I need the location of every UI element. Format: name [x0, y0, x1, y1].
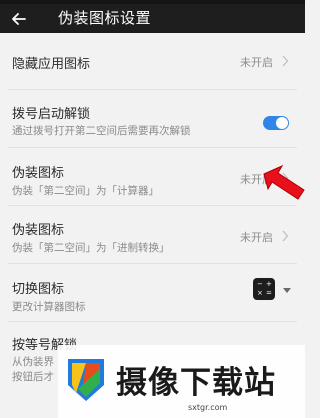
row-status: 未开启	[240, 231, 273, 244]
row-subtitle: 更改计算器图标	[12, 301, 86, 313]
row-title: 伪装图标	[12, 223, 65, 238]
row-subtitle: 从伪装界	[12, 356, 54, 368]
row-switch-icon[interactable]: 切换图标 更改计算器图标 − + × =	[8, 264, 297, 322]
chevron-right-icon	[282, 230, 289, 242]
calculator-icon[interactable]: − + × =	[253, 278, 275, 300]
row-title: 拨号启动解锁	[12, 107, 91, 122]
row-disguise-converter[interactable]: 伪装图标 伪装「第二空间」为「进制转换」 未开启	[8, 206, 297, 264]
back-arrow-icon[interactable]	[10, 10, 28, 28]
watermark-text: 摄像下载站	[116, 365, 276, 401]
row-title: 伪装图标	[12, 166, 65, 181]
watermark-logo-icon	[68, 359, 104, 401]
chevron-right-icon	[282, 55, 289, 67]
top-app-bar: 伪装图标设置	[0, 4, 305, 33]
row-disguise-calculator[interactable]: 伪装图标 伪装「第二空间」为「计算器」 未开启	[8, 148, 297, 206]
watermark-url: sxtgr.com	[188, 403, 228, 412]
dropdown-caret-icon[interactable]	[283, 288, 291, 293]
row-dial-unlock[interactable]: 拨号启动解锁 通过拨号打开第二空间后需要再次解锁	[8, 90, 297, 148]
row-subtitle-line2: 按钮后才	[12, 371, 54, 383]
row-subtitle: 通过拨号打开第二空间后需要再次解锁	[12, 125, 191, 137]
row-title: 隐藏应用图标	[12, 57, 91, 72]
row-title: 切换图标	[12, 282, 65, 297]
row-subtitle: 伪装「第二空间」为「计算器」	[12, 185, 159, 197]
toggle-knob	[276, 117, 288, 129]
settings-list: 隐藏应用图标 未开启 拨号启动解锁 通过拨号打开第二空间后需要再次解锁 伪装图标…	[0, 33, 305, 383]
row-subtitle: 伪装「第二空间」为「进制转换」	[12, 242, 170, 254]
dial-unlock-toggle[interactable]	[263, 116, 289, 130]
page-title: 伪装图标设置	[58, 9, 152, 27]
row-status: 未开启	[240, 56, 273, 69]
red-pointer-arrow	[263, 164, 305, 200]
watermark-banner: 摄像下载站 sxtgr.com	[58, 345, 305, 418]
row-hide-app-icon[interactable]: 隐藏应用图标 未开启	[8, 33, 297, 90]
